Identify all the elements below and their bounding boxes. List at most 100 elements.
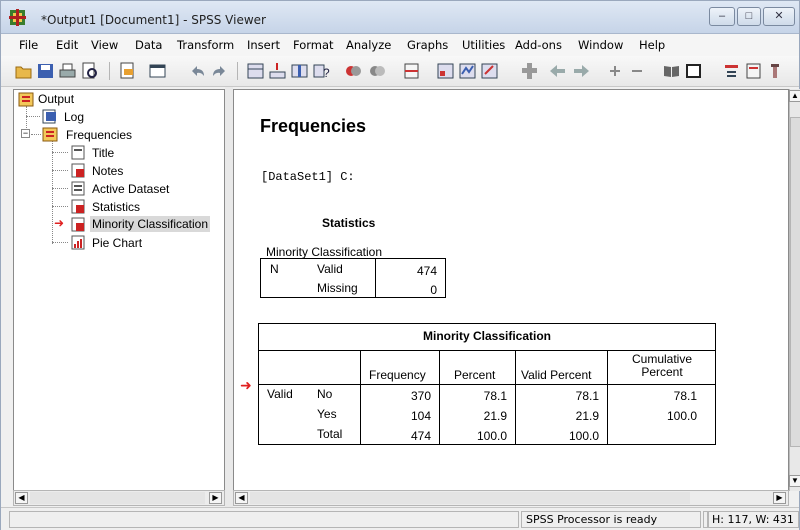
output-folder-icon — [18, 92, 34, 107]
maximize-icon[interactable]: □ — [737, 7, 761, 26]
outline-pane[interactable]: Output Log − Frequencies Title Notes Act… — [13, 89, 225, 491]
title-bar[interactable]: *Output1 [Document1] - SPSS Viewer – □ ✕ — [1, 1, 799, 34]
table-divider — [259, 350, 715, 351]
expand-icon[interactable] — [607, 62, 624, 80]
menu-file[interactable]: File — [19, 38, 38, 52]
outline-node-title[interactable]: Title — [92, 146, 114, 160]
scroll-down-icon[interactable]: ▼ — [789, 475, 800, 487]
menu-transform[interactable]: Transform — [177, 38, 234, 52]
current-item-arrow-icon: ➜ — [240, 377, 252, 393]
menu-view[interactable]: View — [91, 38, 118, 52]
svg-text:?: ? — [323, 66, 330, 80]
status-bar: SPSS Processor is ready H: 117, W: 431 p… — [1, 507, 799, 530]
spss-viewer-window: *Output1 [Document1] - SPSS Viewer – □ ✕… — [0, 0, 800, 530]
value-labels-icon[interactable] — [481, 62, 498, 80]
statistics-node-icon — [71, 199, 85, 214]
statistics-valid-value: 474 — [416, 264, 437, 278]
redo-icon[interactable] — [211, 62, 228, 80]
minority-classification-table[interactable]: Minority Classification Frequency Percen… — [258, 323, 716, 445]
outline-node-log[interactable]: Log — [64, 110, 84, 124]
collapse-frequencies-toggle[interactable]: − — [21, 129, 30, 138]
scroll-right-icon[interactable]: ▶ — [209, 492, 222, 504]
menu-edit[interactable]: Edit — [56, 38, 78, 52]
scroll-right-icon[interactable]: ▶ — [773, 492, 786, 504]
menu-add-ons[interactable]: Add-ons — [515, 38, 562, 52]
tree-line — [52, 140, 53, 244]
outline-node-notes[interactable]: Notes — [92, 164, 123, 178]
scroll-left-icon[interactable]: ◀ — [235, 492, 248, 504]
insert-heading-icon[interactable] — [723, 62, 740, 80]
statistics-row-sublabel: Missing — [317, 281, 358, 295]
column-header-percent: Percent — [454, 368, 496, 382]
column-header-cumulative-percent: Cumulative Percent — [631, 352, 693, 379]
menu-help[interactable]: Help — [639, 38, 665, 52]
menu-window[interactable]: Window — [578, 38, 623, 52]
frequency-table-title: Minority Classification — [422, 329, 552, 343]
status-cell-empty — [9, 511, 519, 528]
statistics-missing-value: 0 — [430, 283, 437, 297]
print-icon[interactable] — [59, 62, 76, 80]
menu-analyze[interactable]: Analyze — [346, 38, 391, 52]
table-divider — [515, 350, 516, 444]
tree-line — [31, 134, 41, 135]
show-icon[interactable] — [663, 62, 680, 80]
content-vertical-scrollbar[interactable]: ▲ ▼ — [789, 89, 800, 491]
recall-dialog-icon[interactable] — [149, 62, 166, 80]
save-icon[interactable] — [37, 62, 54, 80]
scroll-up-icon[interactable]: ▲ — [789, 90, 800, 102]
insert-title-icon[interactable] — [745, 62, 762, 80]
split-file-icon[interactable] — [403, 62, 420, 80]
scroll-thumb[interactable] — [250, 492, 690, 504]
menu-data[interactable]: Data — [135, 38, 162, 52]
page-title: Frequencies — [260, 116, 367, 136]
statistics-row-label: N — [270, 262, 279, 276]
outline-node-active-dataset[interactable]: Active Dataset — [92, 182, 169, 196]
scroll-left-icon[interactable]: ◀ — [15, 492, 28, 504]
undo-icon[interactable] — [189, 62, 206, 80]
valid-percent-value: 21.9 — [575, 409, 599, 423]
row-group-label: Valid — [267, 387, 293, 401]
menu-utilities[interactable]: Utilities — [462, 38, 505, 52]
window-title: *Output1 [Document1] - SPSS Viewer — [41, 13, 266, 27]
select-cases-icon[interactable] — [459, 62, 476, 80]
content-horizontal-scrollbar[interactable]: ◀ ▶ — [233, 490, 789, 506]
frequency-value: 370 — [410, 389, 431, 403]
open-icon[interactable] — [15, 62, 32, 80]
find-icon[interactable]: ? — [313, 62, 330, 80]
outline-horizontal-scrollbar[interactable]: ◀ ▶ — [13, 490, 225, 506]
export-icon[interactable] — [119, 62, 136, 80]
promote-icon[interactable] — [521, 62, 538, 80]
menu-insert[interactable]: Insert — [247, 38, 280, 52]
use-sets-icon[interactable] — [345, 62, 362, 80]
show-all-variables-icon[interactable] — [369, 62, 386, 80]
notes-node-icon — [71, 163, 85, 178]
statistics-table[interactable]: N Valid 474 Missing 0 — [260, 258, 446, 298]
goto-data-icon[interactable] — [247, 62, 264, 80]
scroll-thumb[interactable] — [790, 117, 800, 447]
outline-node-frequencies[interactable]: Frequencies — [66, 128, 132, 142]
weight-cases-icon[interactable] — [437, 62, 454, 80]
toolbar-separator — [237, 62, 238, 80]
forward-icon[interactable] — [573, 62, 590, 80]
back-icon[interactable] — [549, 62, 566, 80]
scroll-thumb[interactable] — [30, 492, 205, 504]
outline-node-statistics[interactable]: Statistics — [92, 200, 140, 214]
outline-node-output[interactable]: Output — [38, 92, 74, 106]
hide-icon[interactable] — [685, 62, 702, 80]
close-icon[interactable]: ✕ — [763, 7, 795, 26]
tree-line — [52, 188, 68, 189]
statistics-table-title: Statistics — [322, 216, 376, 230]
print-preview-icon[interactable] — [81, 62, 98, 80]
minimize-icon[interactable]: – — [709, 7, 735, 26]
collapse-icon[interactable] — [629, 62, 646, 80]
menu-format[interactable]: Format — [293, 38, 334, 52]
output-content-pane[interactable]: Frequencies [DataSet1] C: Statistics Min… — [233, 89, 789, 491]
outline-node-pie-chart[interactable]: Pie Chart — [92, 236, 142, 250]
menu-graphs[interactable]: Graphs — [407, 38, 448, 52]
goto-case-icon[interactable] — [269, 62, 286, 80]
variables-icon[interactable] — [291, 62, 308, 80]
row-label: Yes — [317, 407, 337, 421]
pane-splitter[interactable] — [225, 87, 233, 507]
outline-node-minority-classification[interactable]: Minority Classification — [90, 216, 211, 232]
insert-text-icon[interactable] — [767, 62, 784, 80]
